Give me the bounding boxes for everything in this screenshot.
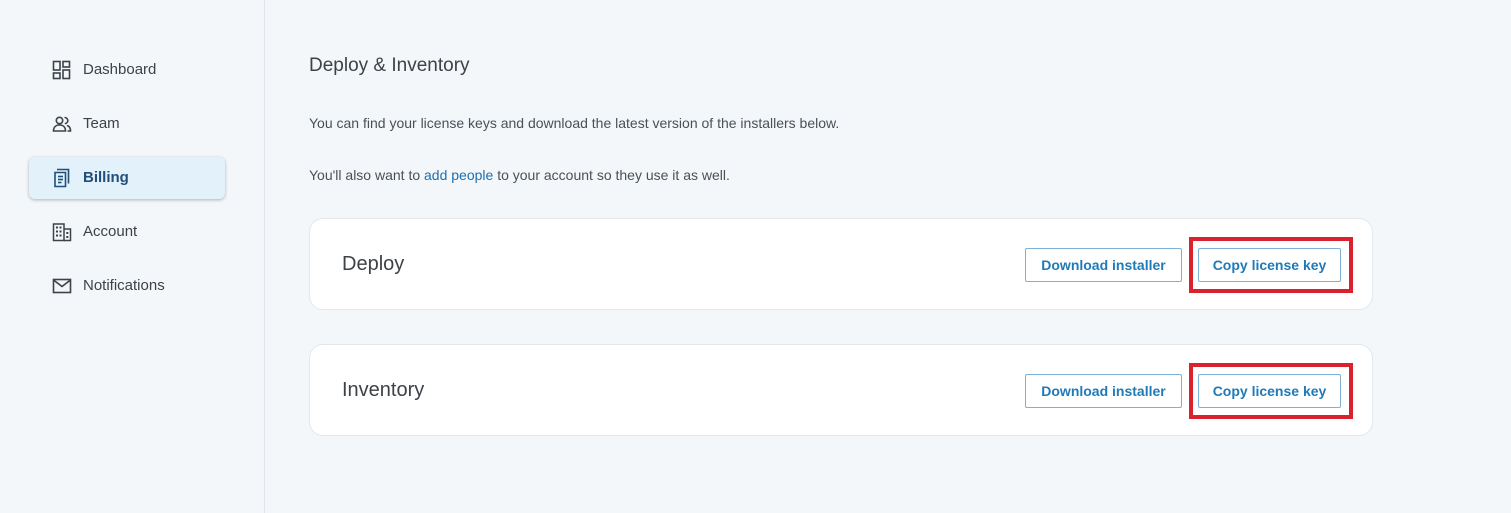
sidebar-item-label: Notifications — [83, 277, 165, 294]
sidebar-item-label: Team — [83, 115, 120, 132]
sidebar-item-account[interactable]: Account — [29, 211, 225, 253]
page-title: Deploy & Inventory — [309, 55, 470, 76]
add-people-text: You'll also want to add people to your a… — [309, 167, 730, 183]
add-people-prefix: You'll also want to — [309, 167, 425, 183]
sidebar-item-label: Dashboard — [83, 61, 157, 78]
card-title: Deploy — [342, 253, 405, 275]
add-people-link[interactable]: add people — [424, 167, 493, 183]
sidebar: Dashboard Team Billing Account Notificat… — [0, 0, 265, 513]
team-icon — [52, 114, 72, 134]
download-installer-button[interactable]: Download installer — [1025, 248, 1182, 282]
sidebar-item-dashboard[interactable]: Dashboard — [29, 49, 225, 91]
sidebar-item-billing[interactable]: Billing — [29, 157, 225, 199]
mail-icon — [52, 276, 72, 296]
copy-license-key-button[interactable]: Copy license key — [1198, 374, 1341, 408]
sidebar-item-label: Billing — [83, 169, 129, 186]
add-people-suffix: to your account so they use it as well. — [493, 167, 730, 183]
billing-icon — [52, 168, 72, 188]
sidebar-item-notifications[interactable]: Notifications — [29, 265, 225, 307]
download-installer-button[interactable]: Download installer — [1025, 374, 1182, 408]
sidebar-item-team[interactable]: Team — [29, 103, 225, 145]
dashboard-icon — [52, 60, 72, 80]
deploy-card: Deploy Download installer Copy license k… — [309, 218, 1373, 310]
copy-license-key-button[interactable]: Copy license key — [1198, 248, 1341, 282]
sidebar-item-label: Account — [83, 223, 138, 240]
intro-text: You can find your license keys and downl… — [309, 115, 840, 131]
account-icon — [52, 222, 72, 242]
card-title: Inventory — [342, 379, 425, 401]
inventory-card: Inventory Download installer Copy licens… — [309, 344, 1373, 436]
